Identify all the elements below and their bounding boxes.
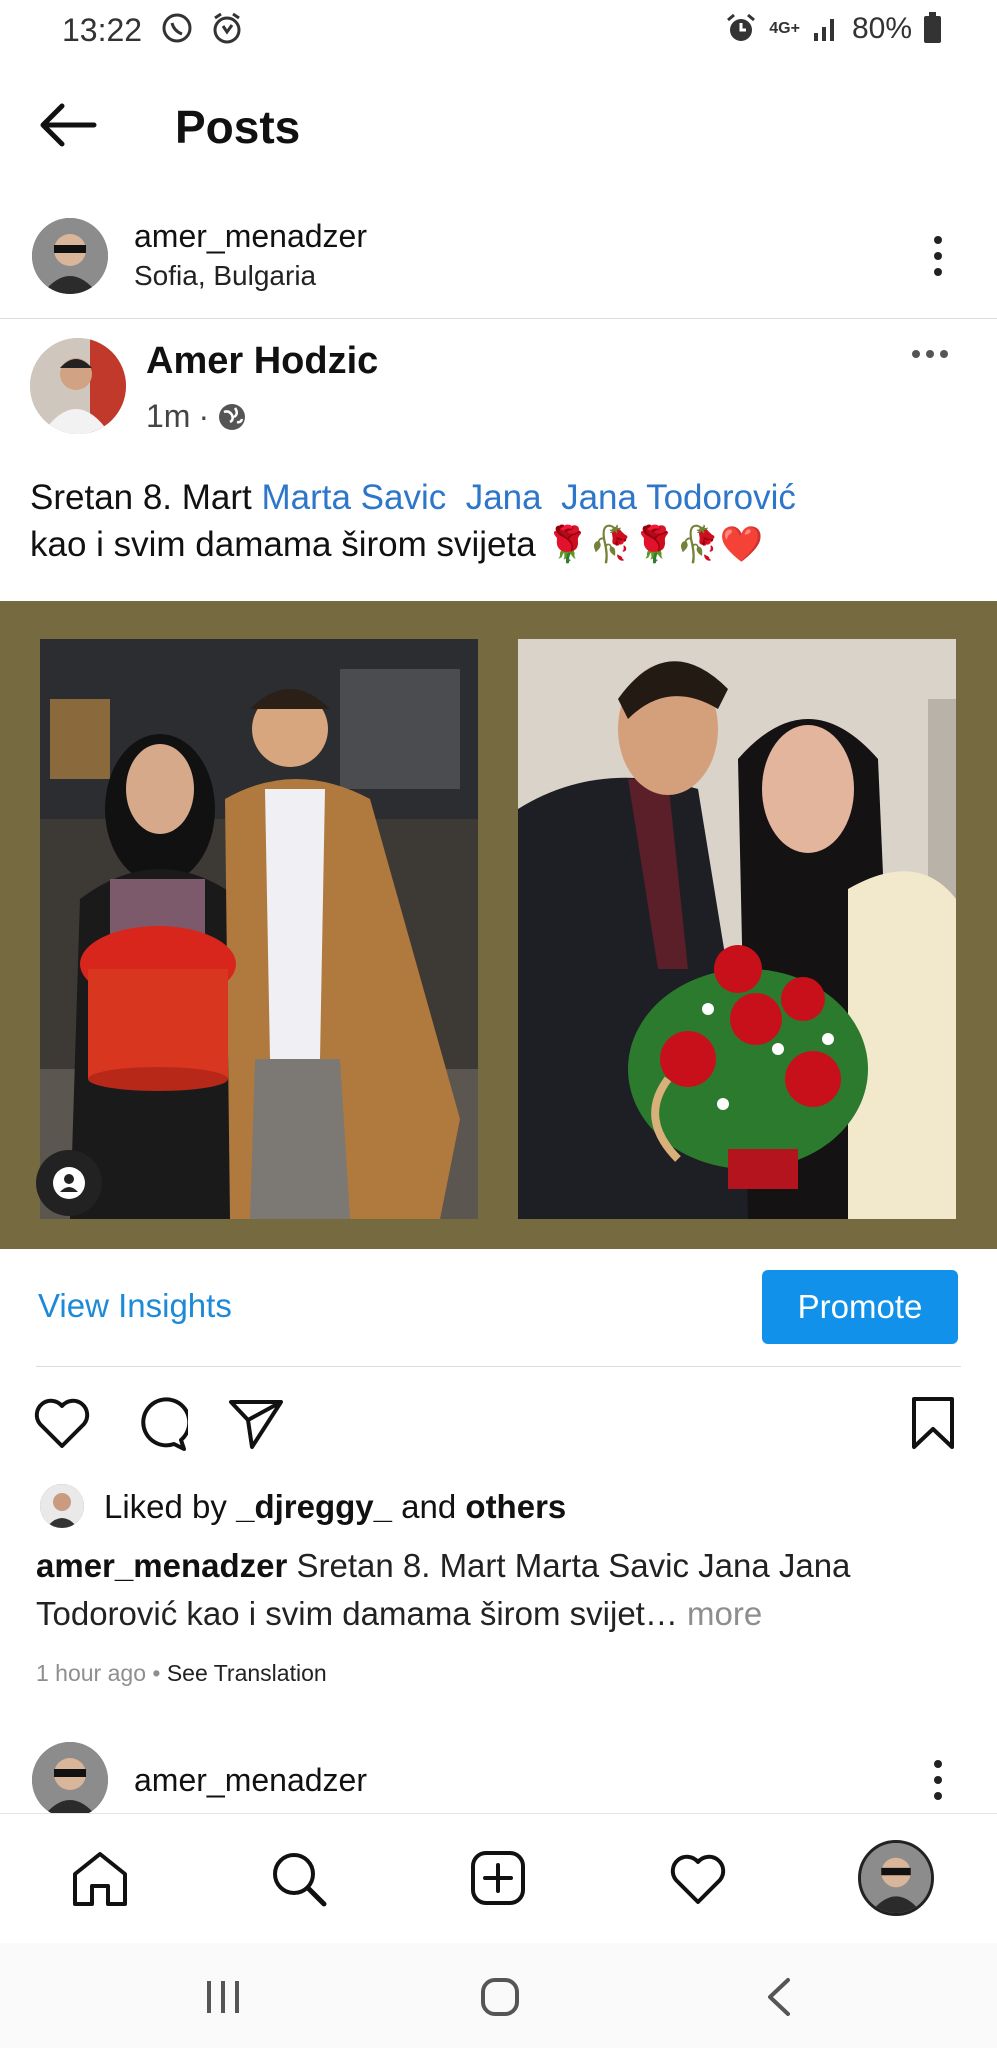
fb-tag: Jana [465, 478, 542, 517]
liked-by-others[interactable]: others [465, 1488, 566, 1525]
profile-avatar[interactable] [858, 1840, 934, 1916]
fb-post-text: Sretan 8. Mart Marta Savic Jana Jana Tod… [30, 474, 980, 568]
fb-tag: Jana Todorović [561, 478, 796, 517]
caption-more-link[interactable]: more [687, 1595, 762, 1632]
home-icon[interactable] [70, 1850, 130, 1913]
status-time: 13:22 [62, 12, 143, 48]
activity-heart-icon[interactable] [668, 1852, 728, 1911]
viber-icon [160, 12, 194, 53]
fb-avatar [30, 338, 126, 434]
alarm-snooze-icon [210, 12, 244, 53]
system-nav-bar [0, 1943, 997, 2048]
post-meta: 1 hour ago • See Translation [36, 1660, 327, 1687]
battery-percent: 80% [851, 12, 912, 45]
photo-collage[interactable] [0, 601, 997, 1249]
signal-icon [813, 19, 834, 41]
photo-left [40, 639, 478, 1219]
fb-text-suffix: kao i svim damama širom svijeta [30, 525, 536, 564]
status-right: 4G+ 80% [725, 11, 941, 46]
status-bar: 13:22 4G+ 80% [0, 0, 997, 70]
caption: amer_menadzer Sretan 8. Mart Marta Savic… [36, 1542, 976, 1638]
more-options-icon[interactable] [928, 236, 948, 276]
next-post-more-icon[interactable] [928, 1760, 948, 1800]
fb-emojis: 🌹🥀🌹🥀❤️ [545, 525, 764, 564]
globe-icon [219, 403, 246, 430]
liked-by-user[interactable]: _djreggy_ [236, 1488, 392, 1525]
like-heart-icon[interactable] [32, 1396, 92, 1455]
post-timestamp: 1 hour ago [36, 1660, 146, 1686]
battery-icon [924, 11, 941, 43]
fb-tag: Marta Savic [261, 478, 447, 517]
next-post-username[interactable]: amer_menadzer [134, 1762, 367, 1799]
liked-by-middle: and [392, 1488, 466, 1525]
promote-button[interactable]: Promote [762, 1270, 958, 1344]
search-icon[interactable] [270, 1850, 328, 1913]
next-post-avatar[interactable] [32, 1742, 108, 1818]
meta-separator: • [145, 1660, 167, 1686]
fb-text-prefix: Sretan 8. Mart [30, 478, 262, 517]
post-username[interactable]: amer_menadzer [134, 218, 367, 255]
new-post-icon[interactable] [470, 1850, 526, 1911]
recent-apps-icon[interactable] [203, 1979, 243, 2020]
see-translation-link[interactable]: See Translation [167, 1660, 327, 1686]
view-insights-link[interactable]: View Insights [38, 1287, 232, 1325]
avatar[interactable] [32, 218, 108, 294]
caption-line1: Sretan 8. Mart Marta Savic Jana Jana [287, 1547, 851, 1584]
bottom-nav [0, 1813, 997, 1944]
fb-meta: 1m · [146, 398, 247, 435]
divider [0, 318, 997, 319]
home-button-icon[interactable] [480, 1977, 520, 2022]
post-location[interactable]: Sofia, Bulgaria [134, 260, 316, 292]
caption-ellipsis: … [644, 1595, 688, 1632]
share-icon[interactable] [228, 1398, 284, 1455]
page-title: Posts [175, 101, 301, 153]
photo-right [518, 639, 956, 1219]
dot-separator: · [198, 398, 210, 434]
caption-username[interactable]: amer_menadzer [36, 1547, 287, 1584]
fb-author: Amer Hodzic [146, 340, 379, 382]
alarm-icon [727, 13, 756, 41]
network-type: 4G+ [769, 20, 800, 37]
back-arrow-icon[interactable] [38, 100, 98, 150]
divider [36, 1366, 961, 1367]
caption-line2: Todorović kao i svim damama širom svijet [36, 1595, 645, 1632]
save-bookmark-icon[interactable] [910, 1396, 956, 1455]
tagged-people-icon[interactable] [36, 1150, 102, 1216]
fb-time: 1m [146, 398, 191, 434]
liker-avatar[interactable] [40, 1484, 84, 1528]
system-back-icon[interactable] [764, 1977, 794, 2022]
fb-more-icon [912, 350, 948, 358]
liked-by-text[interactable]: Liked by _djreggy_ and others [104, 1488, 566, 1526]
liked-by-prefix: Liked by [104, 1488, 237, 1525]
comment-icon[interactable] [132, 1396, 192, 1457]
